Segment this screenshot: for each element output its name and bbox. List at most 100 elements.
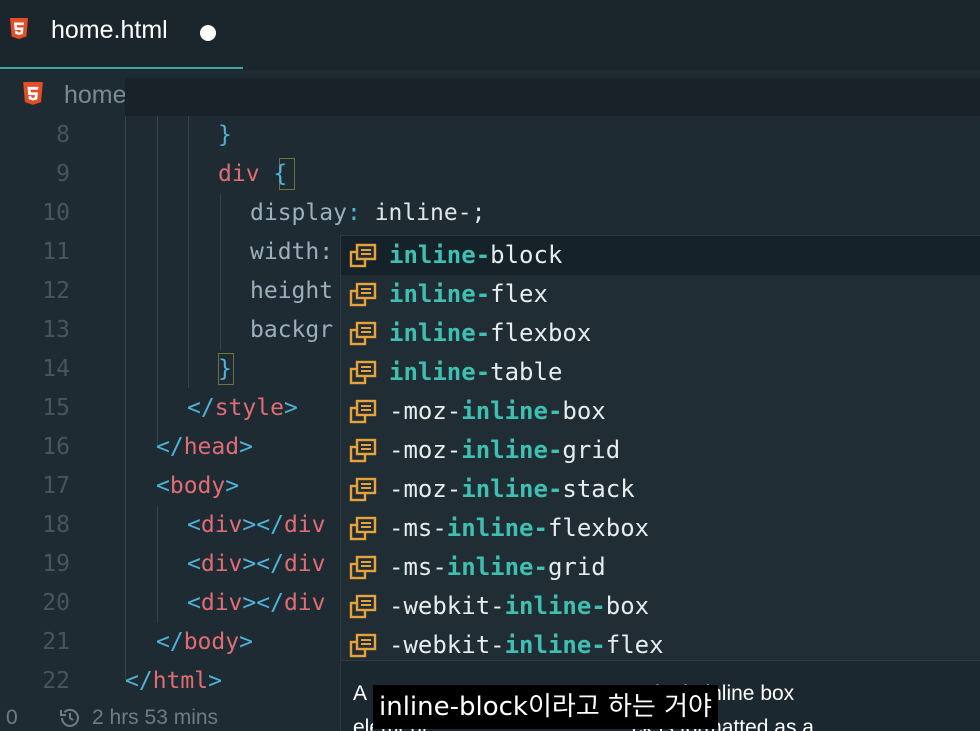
enum-value-icon (349, 594, 379, 620)
suggestion-match: inline- (389, 280, 491, 308)
code-token: > (225, 473, 240, 499)
suggestion-prefix: -moz- (389, 397, 462, 425)
autocomplete-list[interactable]: inline-block inline-flex inline-flexbox inl… (340, 235, 980, 660)
suggestion-match: inline- (461, 436, 563, 464)
suggestion-prefix: -webkit- (389, 592, 505, 620)
code-line-12[interactable]: height (250, 272, 333, 311)
enum-value-icon (349, 360, 379, 386)
code-token: div (200, 590, 243, 616)
code-token: > (208, 668, 222, 694)
suggestion-item[interactable]: inline-flex (341, 275, 980, 314)
code-token: </ (156, 434, 184, 460)
line-number: 14 (42, 356, 70, 382)
line-number: 21 (42, 629, 70, 655)
suggestion-item[interactable]: inline-flexbox (341, 314, 980, 353)
indent-guide (220, 194, 221, 350)
line-number: 16 (42, 434, 70, 460)
code-line-15[interactable]: </style> (187, 389, 298, 428)
enum-value-icon (349, 633, 379, 659)
suggestion-item[interactable]: inline-table (341, 353, 980, 392)
code-token: div (283, 590, 326, 616)
suggestion-suffix: flex (490, 280, 548, 308)
code-token: > (239, 434, 253, 460)
code-line-17[interactable]: <body> (156, 467, 239, 506)
code-token: ></ (242, 590, 284, 616)
unsaved-dot-icon[interactable] (200, 25, 216, 41)
code-token: div (218, 161, 260, 187)
code-line-19[interactable]: <div></div (187, 545, 326, 584)
line-number: 17 (42, 473, 70, 499)
code-token: ></ (242, 551, 284, 577)
suggestion-label: inline-table (389, 353, 562, 392)
code-token: </ (187, 395, 215, 421)
code-token: div (283, 512, 326, 538)
suggestion-match: inline- (504, 631, 606, 659)
code-line-20[interactable]: <div></div (187, 584, 326, 623)
enum-value-icon (349, 399, 379, 425)
suggestion-prefix: -webkit- (389, 631, 505, 659)
enum-value-icon (349, 555, 379, 581)
suggestion-item[interactable]: -webkit-inline-box (341, 587, 980, 626)
code-token: height (250, 278, 334, 304)
suggestion-suffix: grid (547, 553, 606, 581)
tab-home-html[interactable]: home.html (0, 0, 243, 70)
code-line-18[interactable]: <div></div (187, 506, 326, 545)
code-line-16[interactable]: </head> (156, 428, 253, 467)
line-number: 19 (42, 551, 70, 577)
indent-guide (157, 116, 158, 446)
code-line-9[interactable]: div { (218, 155, 287, 194)
suggestion-label: -webkit-inline-box (389, 587, 649, 626)
code-token: width: (250, 239, 334, 265)
enum-value-icon (349, 516, 379, 542)
status-bar: 0 2 hrs 53 mins (0, 703, 340, 731)
suggestion-suffix: block (490, 241, 563, 269)
suggestion-suffix: flex (605, 631, 664, 659)
tab-label: home.html (51, 16, 168, 44)
suggestion-match: inline- (389, 319, 491, 347)
html5-icon (9, 18, 29, 40)
code-token: backgr (250, 317, 334, 343)
suggestion-match: inline- (446, 514, 548, 542)
line-number: 13 (42, 317, 70, 343)
code-token: inline-; (360, 200, 486, 226)
code-line-10[interactable]: display: inline-; (250, 194, 485, 233)
code-line-21[interactable]: </body> (156, 623, 253, 662)
active-tab-indicator (0, 67, 243, 69)
code-token: : (346, 200, 361, 226)
code-token: body (169, 473, 226, 499)
suggestion-item[interactable]: -ms-inline-flexbox (341, 509, 980, 548)
suggestion-label: inline-block (389, 236, 562, 275)
suggestion-match: inline- (389, 358, 491, 386)
suggestion-label: -ms-inline-flexbox (389, 509, 649, 548)
history-icon (58, 706, 82, 730)
suggestion-match: inline- (446, 553, 548, 581)
code-line-8[interactable]: } (218, 116, 232, 155)
suggestion-item[interactable]: -moz-inline-box (341, 392, 980, 431)
line-number: 22 (42, 668, 70, 694)
suggestion-item[interactable]: inline-block (341, 236, 980, 275)
suggestion-item[interactable]: -moz-inline-stack (341, 470, 980, 509)
suggestion-label: -ms-inline-grid (389, 548, 606, 587)
suggestion-item[interactable]: -ms-inline-grid (341, 548, 980, 587)
line-number: 10 (42, 200, 70, 226)
suggestion-label: -moz-inline-stack (389, 470, 635, 509)
session-time[interactable]: 2 hrs 53 mins (92, 706, 218, 730)
code-line-14[interactable]: } (218, 350, 232, 389)
suggestion-match: inline- (461, 475, 563, 503)
code-line-13[interactable]: backgr (250, 311, 333, 350)
suggestion-suffix: box (562, 397, 606, 425)
line-number: 8 (56, 122, 70, 148)
suggestion-item[interactable]: -moz-inline-grid (341, 431, 980, 470)
code-line-22[interactable]: </html> (125, 662, 222, 701)
status-count[interactable]: 0 (6, 706, 18, 730)
line-number: 11 (42, 239, 70, 265)
code-line-11[interactable]: width: (250, 233, 333, 272)
code-token: < (187, 551, 201, 577)
code-token: ></ (242, 512, 284, 538)
code-token: div (283, 551, 326, 577)
code-token: div (200, 551, 243, 577)
suggestion-match: inline- (504, 592, 606, 620)
suggestion-prefix: -moz- (389, 475, 462, 503)
code-token: > (239, 629, 253, 655)
line-number: 18 (42, 512, 70, 538)
